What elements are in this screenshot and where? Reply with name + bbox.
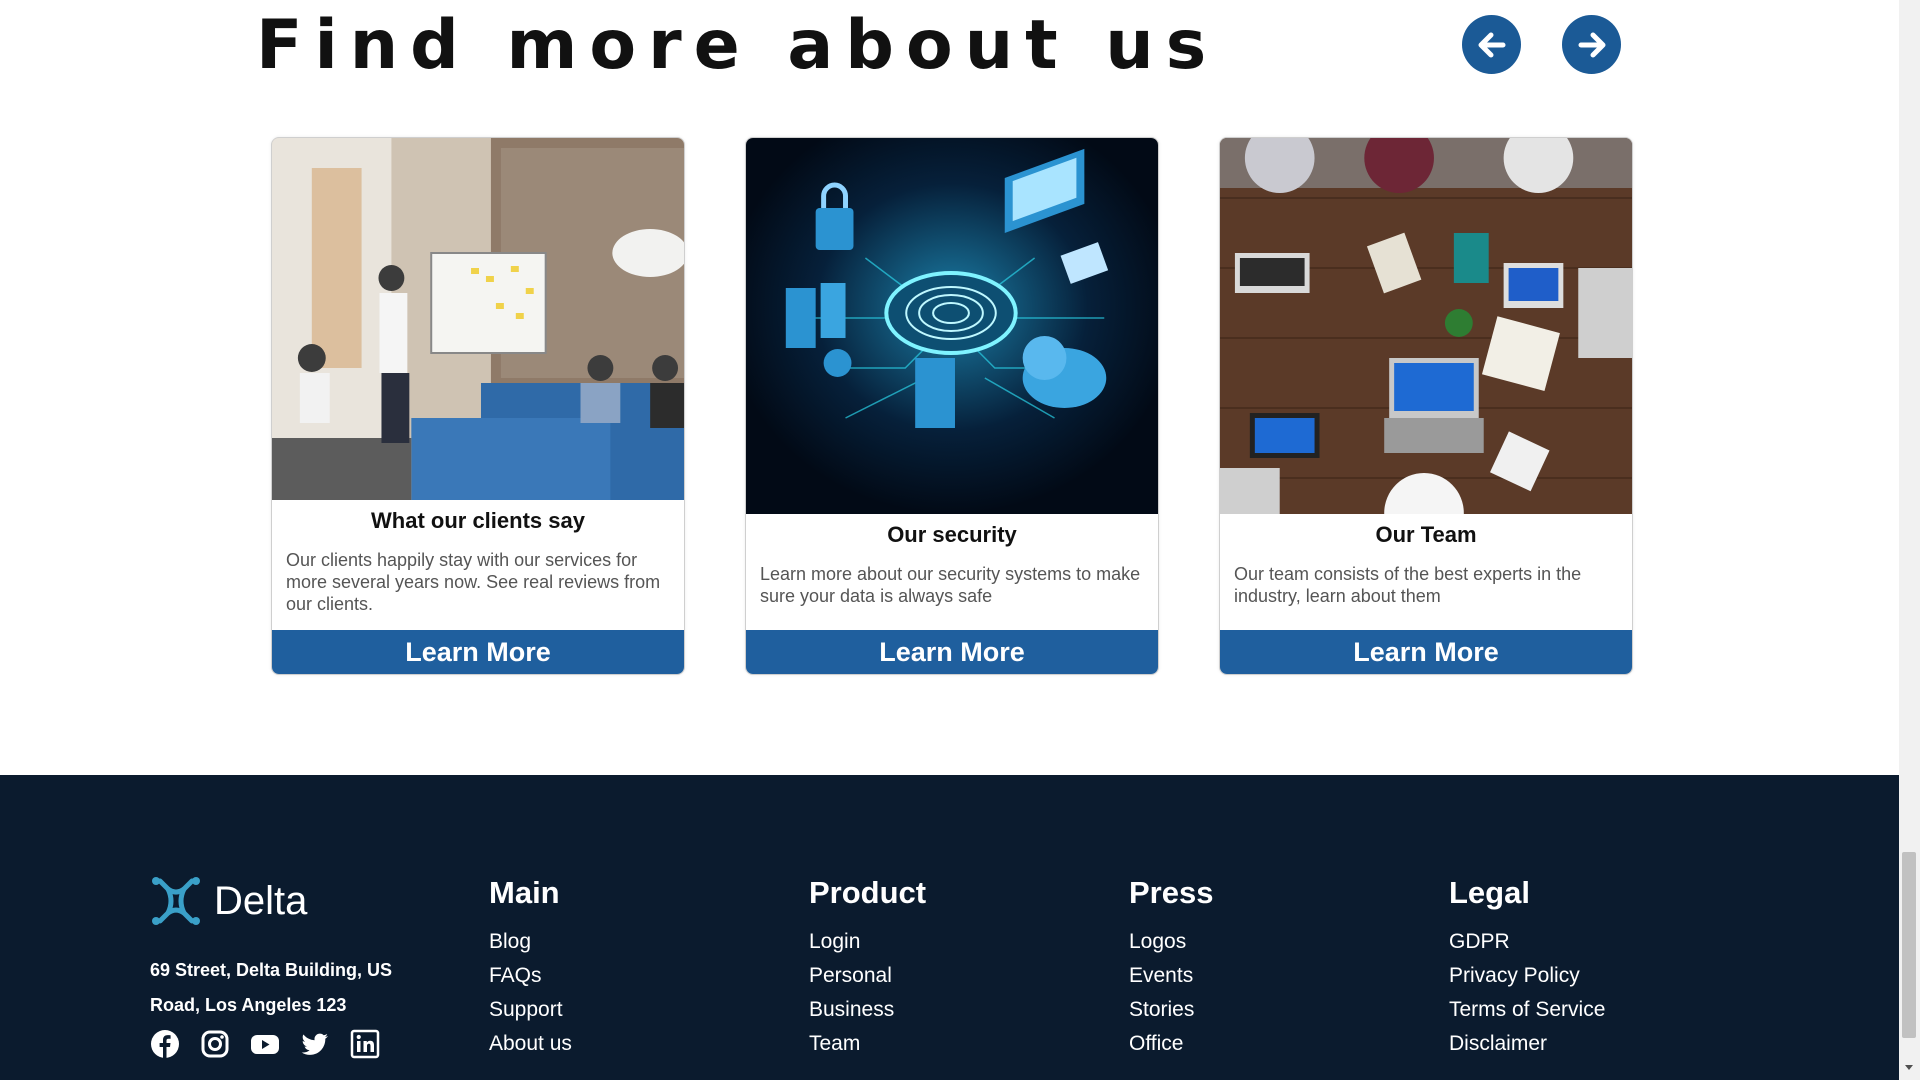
twitter-icon xyxy=(301,1033,328,1055)
footer-link-gdpr[interactable]: GDPR xyxy=(1449,925,1605,959)
card-team: Our Team Our team consists of the best e… xyxy=(1219,137,1633,675)
learn-more-button[interactable]: Learn More xyxy=(272,630,684,674)
footer-link-login[interactable]: Login xyxy=(809,925,926,959)
arrow-right-icon xyxy=(1578,32,1605,57)
column-title: Legal xyxy=(1449,875,1530,910)
address-line: Road, Los Angeles 123 xyxy=(150,995,347,1015)
facebook-link[interactable] xyxy=(150,1029,180,1059)
twitter-link[interactable] xyxy=(300,1029,330,1059)
learn-more-button[interactable]: Learn More xyxy=(746,630,1158,674)
footer-link-blog[interactable]: Blog xyxy=(489,925,572,959)
linkedin-link[interactable] xyxy=(350,1029,380,1059)
social-links xyxy=(150,1029,380,1059)
card-title: Our security xyxy=(887,522,1017,547)
scroll-down-arrow-icon[interactable] xyxy=(1905,1065,1913,1070)
youtube-link[interactable] xyxy=(250,1029,280,1059)
footer-link-disclaimer[interactable]: Disclaimer xyxy=(1449,1027,1605,1061)
section-title: Find more about us xyxy=(256,6,1219,85)
learn-more-button[interactable]: Learn More xyxy=(1220,630,1632,674)
youtube-icon xyxy=(251,1035,279,1054)
card-title: Our Team xyxy=(1375,522,1477,547)
card-image-clients xyxy=(272,138,684,500)
instagram-icon xyxy=(201,1030,229,1058)
page-scrollbar[interactable] xyxy=(1899,0,1920,1080)
card-description: Our team consists of the best experts in… xyxy=(1234,564,1582,606)
footer-link-support[interactable]: Support xyxy=(489,993,572,1027)
address-line: 69 Street, Delta Building, US xyxy=(150,960,393,980)
footer-link-business[interactable]: Business xyxy=(809,993,926,1027)
scrollbar-thumb[interactable] xyxy=(1902,852,1916,1038)
instagram-link[interactable] xyxy=(200,1029,230,1059)
linkedin-icon xyxy=(350,1029,380,1059)
footer-link-terms[interactable]: Terms of Service xyxy=(1449,993,1605,1027)
footer-link-privacy[interactable]: Privacy Policy xyxy=(1449,959,1605,993)
card-image-security xyxy=(746,138,1158,514)
footer-column-press: Press Logos Events Stories Office xyxy=(1129,875,1213,1061)
delta-logo-icon xyxy=(152,877,200,925)
footer-link-stories[interactable]: Stories xyxy=(1129,993,1213,1027)
card-security: Our security Learn more about our securi… xyxy=(745,137,1159,675)
footer-link-faqs[interactable]: FAQs xyxy=(489,959,572,993)
footer-link-office[interactable]: Office xyxy=(1129,1027,1213,1061)
column-title: Product xyxy=(809,875,927,910)
column-title: Main xyxy=(489,875,560,910)
card-clients: What our clients say Our clients happily… xyxy=(271,137,685,675)
brand-name: Delta xyxy=(214,878,308,923)
carousel-prev-button[interactable] xyxy=(1462,15,1521,74)
card-image-team xyxy=(1220,138,1632,514)
footer-link-events[interactable]: Events xyxy=(1129,959,1213,993)
site-footer: Delta 69 Street, Delta Building, US Road… xyxy=(0,775,1899,1080)
footer-column-main: Main Blog FAQs Support About us xyxy=(489,875,572,1061)
carousel-next-button[interactable] xyxy=(1562,15,1621,74)
card-description: Learn more about our security systems to… xyxy=(760,564,1141,606)
column-title: Press xyxy=(1129,875,1214,910)
footer-link-personal[interactable]: Personal xyxy=(809,959,926,993)
footer-link-team[interactable]: Team xyxy=(809,1027,926,1061)
footer-column-legal: Legal GDPR Privacy Policy Terms of Servi… xyxy=(1449,875,1605,1061)
brand-logo[interactable]: Delta xyxy=(150,875,307,927)
arrow-left-icon xyxy=(1478,32,1505,57)
footer-link-logos[interactable]: Logos xyxy=(1129,925,1213,959)
footer-column-product: Product Login Personal Business Team xyxy=(809,875,926,1061)
card-description: Our clients happily stay with our servic… xyxy=(286,550,661,614)
card-title: What our clients say xyxy=(371,508,585,533)
footer-link-about[interactable]: About us xyxy=(489,1027,572,1061)
facebook-icon xyxy=(151,1030,179,1058)
